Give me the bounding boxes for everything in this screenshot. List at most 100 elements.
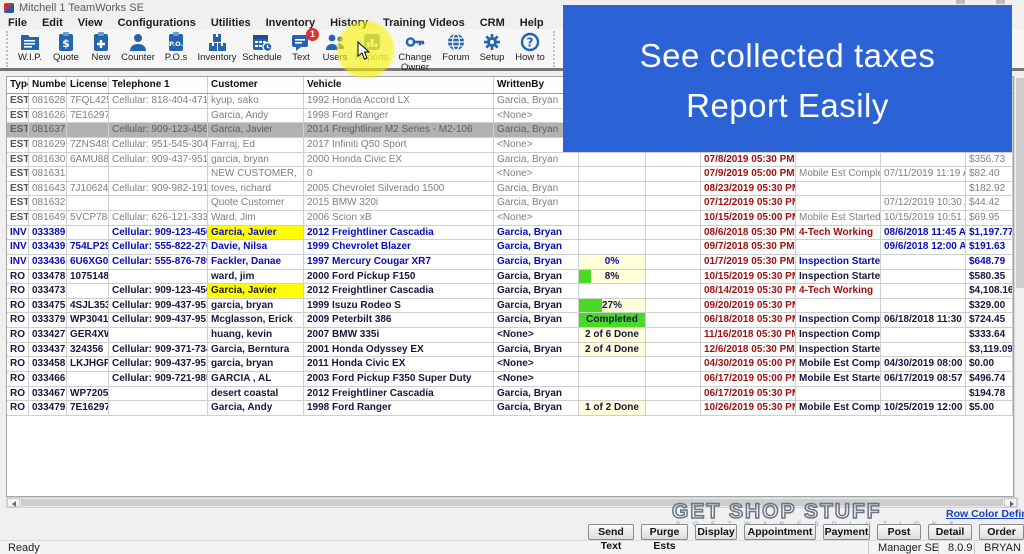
- cell-blank: [646, 240, 701, 255]
- column-header[interactable]: License: [67, 77, 109, 93]
- cell-type: RO: [7, 401, 29, 416]
- table-row[interactable]: RO0334781075148ward, jim2000 Ford Pickup…: [7, 270, 1013, 285]
- table-row[interactable]: RO033379WP30417Cellular: 909-437-9514Mcg…: [7, 313, 1013, 328]
- menu-view[interactable]: View: [78, 17, 103, 29]
- banner-line-2: Report Easily: [563, 81, 1012, 131]
- cell-promised: 10/15/2019 05:30 PM: [701, 270, 796, 285]
- column-header[interactable]: Customer: [208, 77, 304, 93]
- table-row[interactable]: EST081631NEW CUSTOMER,0<None>07/9/2019 0…: [7, 167, 1013, 182]
- new-icon: [90, 31, 112, 53]
- column-header[interactable]: Type: [7, 77, 29, 93]
- scroll-right-arrow[interactable]: [1004, 498, 1017, 507]
- vertical-scrollbar[interactable]: [1014, 76, 1024, 497]
- toolbar-button-setup[interactable]: Setup: [475, 29, 509, 69]
- cell-status: Mobile Est Comple...: [796, 167, 881, 182]
- toolbar-button-inventory[interactable]: Inventory: [195, 29, 239, 69]
- menu-edit[interactable]: Edit: [42, 17, 63, 29]
- menu-utilities[interactable]: Utilities: [211, 17, 251, 29]
- cell-progress: [579, 284, 646, 299]
- table-row[interactable]: RO033467WP7205desert coastal2012 Freight…: [7, 387, 1013, 402]
- cell-appt: 07/12/2019 10:30 AM ...: [881, 196, 966, 211]
- order-button[interactable]: Order: [979, 524, 1024, 540]
- cell-progress: 2 of 4 Done: [579, 343, 646, 358]
- cell-vehicle: 1999 Chevrolet Blazer: [304, 240, 494, 255]
- menu-training-videos[interactable]: Training Videos: [383, 17, 465, 29]
- cell-appt: [881, 299, 966, 314]
- table-row[interactable]: EST0816306AMU886Cellular: 909-437-9514ga…: [7, 153, 1013, 168]
- purge-ests-button[interactable]: Purge Ests: [641, 524, 688, 540]
- toolbar-button-new[interactable]: New: [85, 29, 117, 69]
- cell-status: 4-Tech Working: [796, 226, 881, 241]
- toolbar-button-text[interactable]: 1 Text: [285, 29, 317, 69]
- menu-file[interactable]: File: [8, 17, 27, 29]
- status-user: BRYAN: [984, 542, 1021, 554]
- toolbar-button-wip[interactable]: W.I.P.: [13, 29, 47, 69]
- scroll-left-arrow[interactable]: [7, 498, 20, 507]
- post-button[interactable]: Post: [877, 524, 921, 540]
- table-row[interactable]: RO033473Cellular: 909-123-4567Garcia, Ja…: [7, 284, 1013, 299]
- toolbar-button-how-to[interactable]: ? How to: [511, 29, 549, 69]
- cell-type: RO: [7, 372, 29, 387]
- cell-appt: 04/30/2019 08:00 AM ...: [881, 357, 966, 372]
- column-header[interactable]: Number: [29, 77, 67, 93]
- toolbar-button-counter[interactable]: Counter: [119, 29, 157, 69]
- cell-license: [67, 123, 109, 138]
- table-row[interactable]: EST0816437J10624Cellular: 909-982-1919to…: [7, 182, 1013, 197]
- column-header[interactable]: Telephone 1: [109, 77, 208, 93]
- table-row[interactable]: RO033427GER4XWMhuang, kevin2007 BMW 335i…: [7, 328, 1013, 343]
- table-row[interactable]: EST081632Quote Customer2015 BMW 320iGarc…: [7, 196, 1013, 211]
- table-row[interactable]: RO0334797E16297Garcia, Andy1998 Ford Ran…: [7, 401, 1013, 416]
- toolbar-button-pos[interactable]: P.O. P.O.s: [159, 29, 193, 69]
- toolbar-button-users[interactable]: Users: [319, 29, 351, 69]
- toolbar-button-change-owner[interactable]: Change Owner: [393, 29, 437, 69]
- table-row[interactable]: RO033437324356Cellular: 909-371-7340Garc…: [7, 343, 1013, 358]
- cell-license: WP7205: [67, 387, 109, 402]
- cell-promised: 08/23/2019 05:30 PM: [701, 182, 796, 197]
- table-row[interactable]: INV033439754LP29Cellular: 555-822-2703Da…: [7, 240, 1013, 255]
- table-row[interactable]: RO033466Cellular: 909-721-9858GARCIA , A…: [7, 372, 1013, 387]
- menu-inventory[interactable]: Inventory: [266, 17, 316, 29]
- cell-status: Mobile Est Comple...: [796, 401, 881, 416]
- toolbar-button-forum[interactable]: Forum: [439, 29, 473, 69]
- menu-help[interactable]: Help: [520, 17, 544, 29]
- cell-phone: [109, 270, 208, 285]
- table-row[interactable]: EST0816495VCP783Cellular: 626-121-3333Wa…: [7, 211, 1013, 226]
- status-bar: Ready Manager SE 8.0.9 BRYAN: [0, 540, 1024, 554]
- cell-vehicle: 0: [304, 167, 494, 182]
- menu-crm[interactable]: CRM: [480, 17, 505, 29]
- cell-number: 081629: [29, 138, 67, 153]
- setup-icon: [481, 31, 503, 53]
- table-row[interactable]: RO033458LKJHGFCellular: 909-437-9514garc…: [7, 357, 1013, 372]
- column-header[interactable]: Vehicle: [304, 77, 494, 93]
- cell-number: 033458: [29, 357, 67, 372]
- table-row[interactable]: RO0334754SJL353Cellular: 909-437-9514gar…: [7, 299, 1013, 314]
- maximize-icon[interactable]: [956, 0, 965, 4]
- horizontal-scrollbar-thumb[interactable]: [21, 499, 1003, 506]
- payment-button[interactable]: Payment: [823, 524, 870, 540]
- menu-configurations[interactable]: Configurations: [118, 17, 196, 29]
- appointment-button[interactable]: Appointment: [744, 524, 816, 540]
- detail-button[interactable]: Detail: [928, 524, 972, 540]
- cell-promised: 07/12/2019 05:30 PM: [701, 196, 796, 211]
- horizontal-scrollbar[interactable]: [6, 497, 1018, 508]
- cell-progress: [579, 211, 646, 226]
- toolbar-button-quote[interactable]: $ Quote: [49, 29, 83, 69]
- toolbar-button-schedule[interactable]: Schedule: [241, 29, 283, 69]
- how-to-icon: ?: [519, 31, 541, 53]
- cell-type: EST: [7, 211, 29, 226]
- close-icon[interactable]: [996, 0, 1005, 4]
- cell-blank: [646, 226, 701, 241]
- table-row[interactable]: INV033389Cellular: 909-123-4567Garcia, J…: [7, 226, 1013, 241]
- cell-customer: NEW CUSTOMER,: [208, 167, 304, 182]
- send-text-button[interactable]: Send Text: [588, 524, 634, 540]
- cell-phone: [109, 387, 208, 402]
- display-button[interactable]: Display: [695, 524, 737, 540]
- schedule-icon: [251, 31, 273, 53]
- table-row[interactable]: INV0334366U6XG04Cellular: 555-876-7892Fa…: [7, 255, 1013, 270]
- cell-license: 6AMU886: [67, 153, 109, 168]
- vertical-scrollbar-thumb[interactable]: [1016, 78, 1024, 288]
- row-color-definitions-link[interactable]: Row Color Definitions: [946, 508, 1024, 520]
- cell-vehicle: 2015 BMW 320i: [304, 196, 494, 211]
- menu-history[interactable]: History: [330, 17, 368, 29]
- cell-vehicle: 2001 Honda Odyssey EX: [304, 343, 494, 358]
